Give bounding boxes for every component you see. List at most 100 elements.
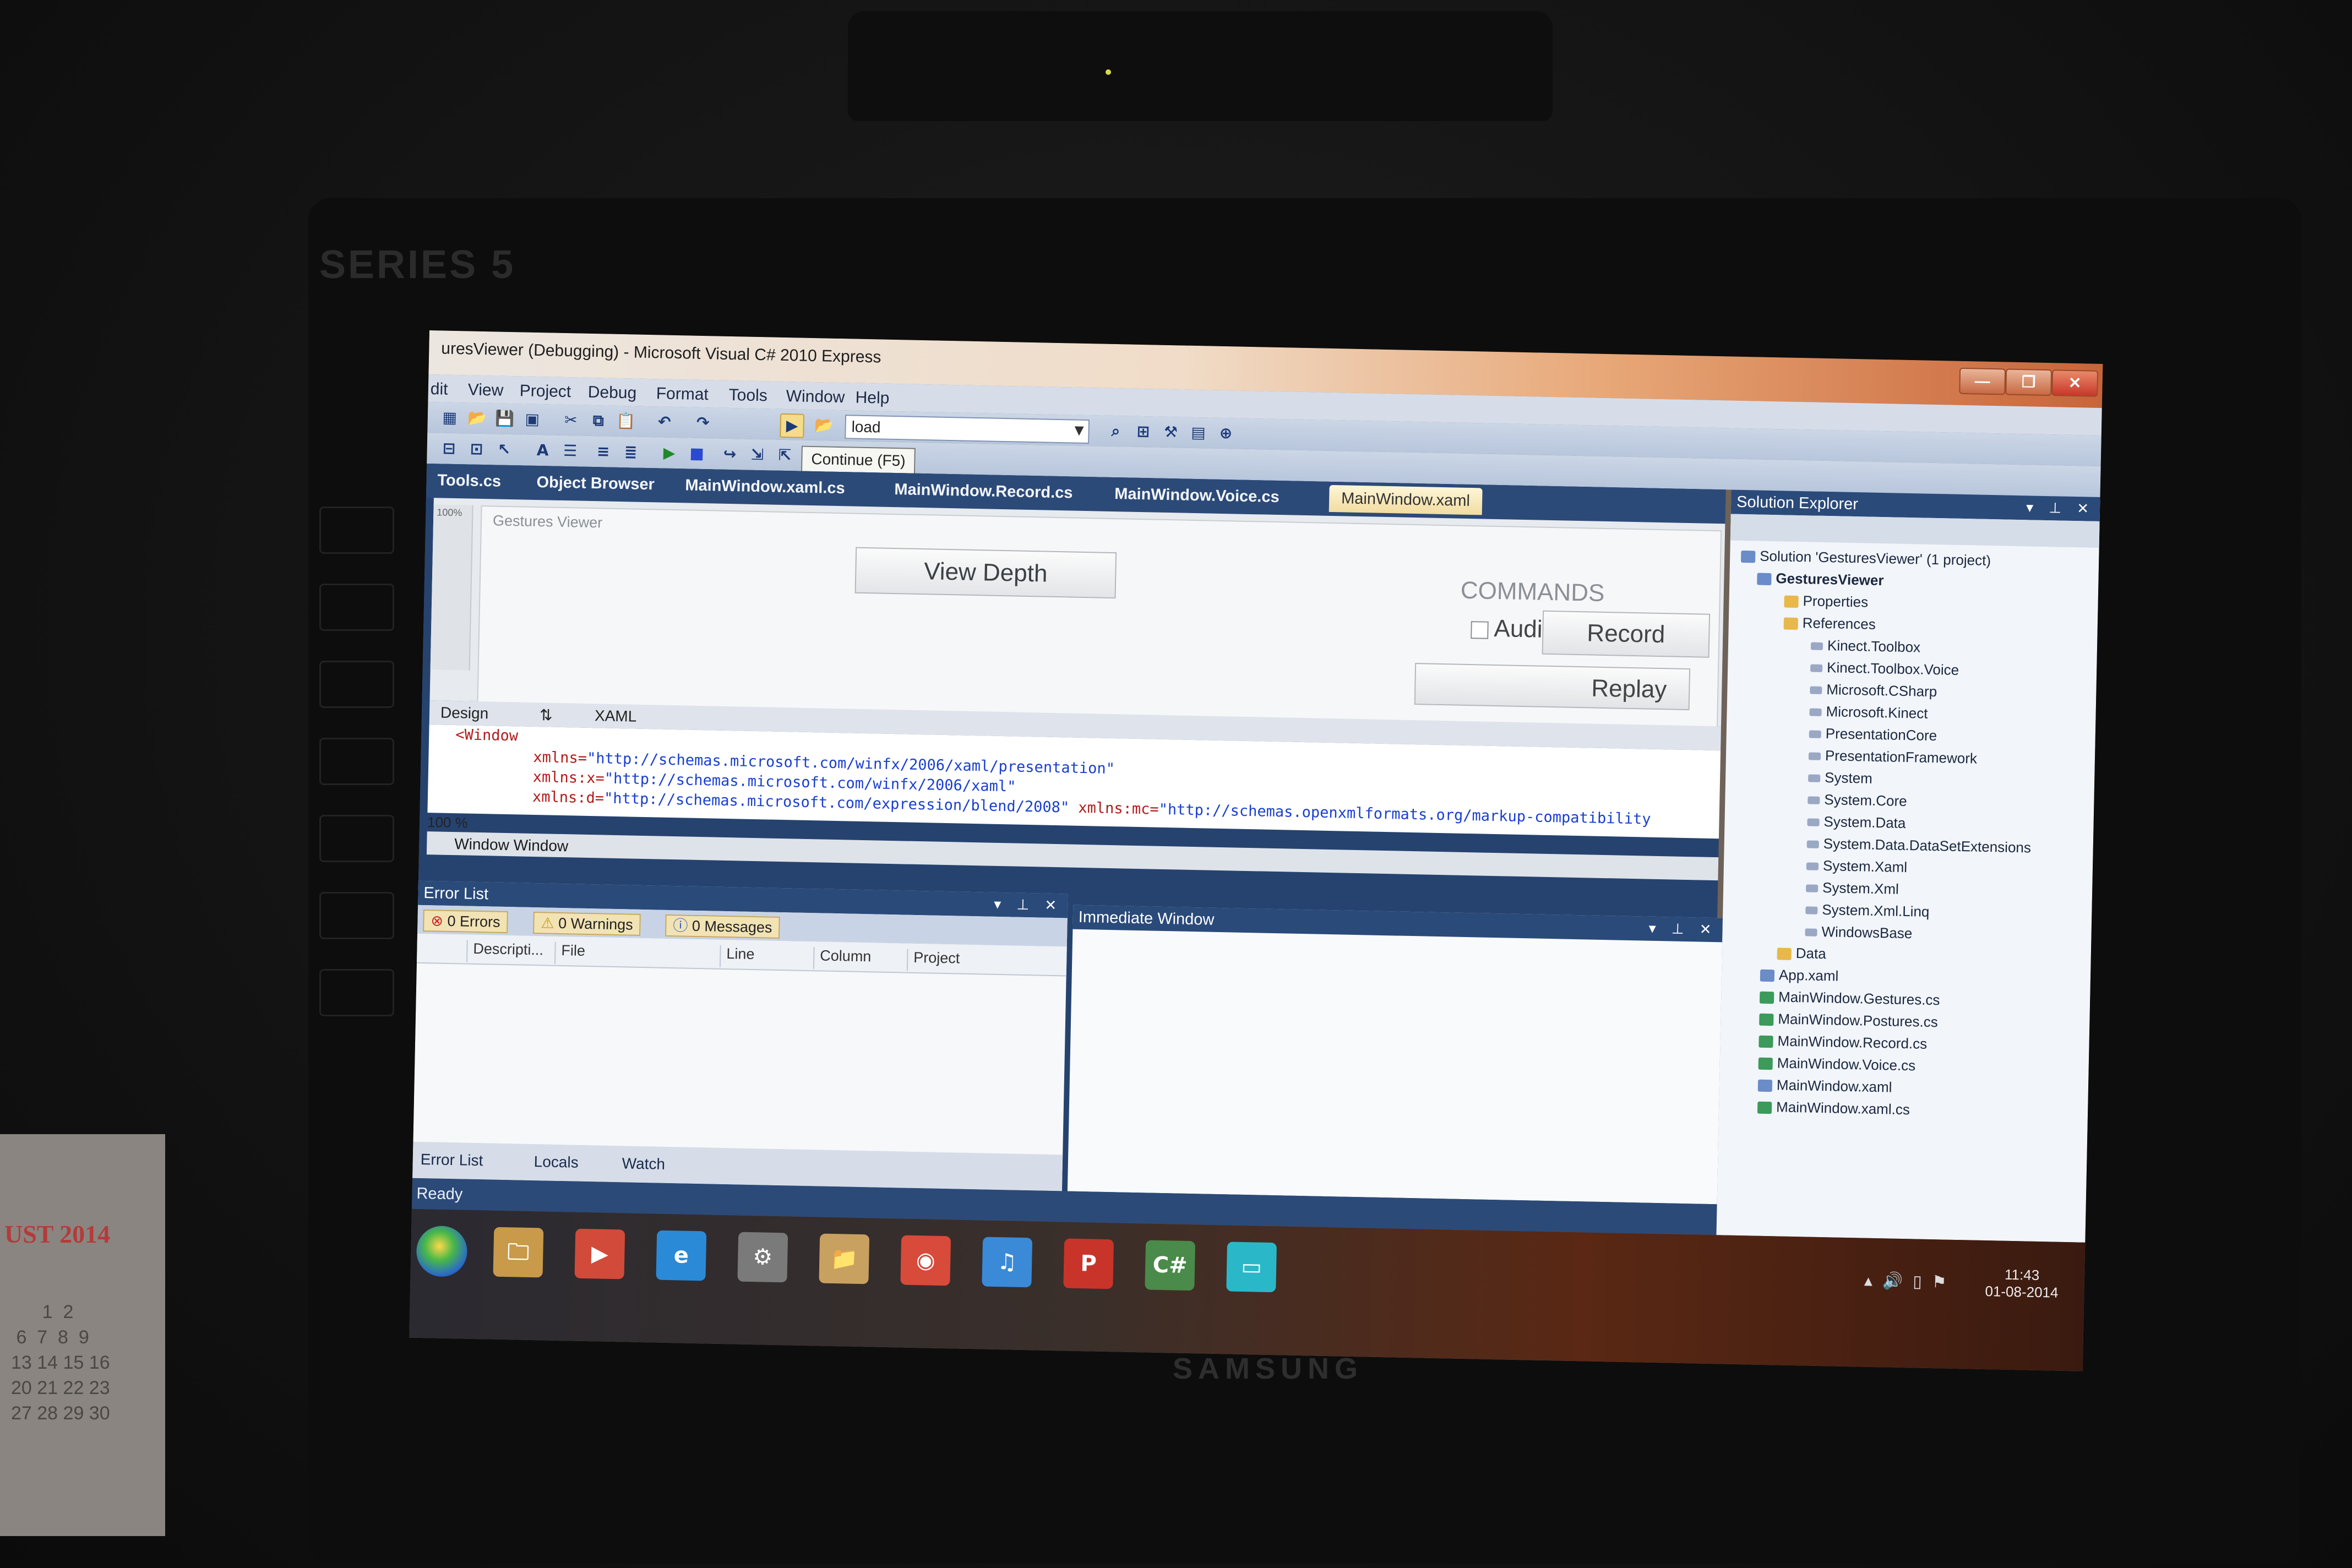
- open-icon[interactable]: 📂: [466, 407, 488, 429]
- new-project-icon[interactable]: ▦: [438, 406, 461, 429]
- solution-tree-item[interactable]: MainWindow.xaml.cs: [1757, 1098, 1910, 1119]
- stop-debug-icon[interactable]: ■: [685, 442, 708, 465]
- tab-watch[interactable]: Watch: [622, 1155, 665, 1173]
- object-browser-icon[interactable]: ⊞: [1132, 421, 1155, 443]
- panel-controls[interactable]: ▾ ⊥ ✕: [988, 892, 1063, 918]
- solution-tree-item[interactable]: PresentationFramework: [1808, 747, 1977, 767]
- start-debug-icon[interactable]: ▶: [658, 442, 680, 464]
- chrome-icon[interactable]: ◉: [900, 1235, 951, 1286]
- solution-tree-item[interactable]: MainWindow.Voice.cs: [1758, 1054, 1915, 1075]
- layout-icon[interactable]: ⊡: [465, 438, 488, 460]
- record-button[interactable]: Record: [1542, 610, 1711, 658]
- powerpoint-icon[interactable]: P: [1063, 1238, 1114, 1289]
- minimize-button[interactable]: —: [1959, 367, 2006, 395]
- menu-tools[interactable]: Tools: [728, 386, 767, 405]
- column-project[interactable]: Project: [906, 949, 960, 972]
- uncomment-icon[interactable]: ≣: [619, 441, 642, 464]
- editor-zoom[interactable]: 100 %: [427, 814, 468, 831]
- solution-tree-item[interactable]: System.Xml.Linq: [1805, 901, 1930, 921]
- font-size-icon[interactable]: A: [531, 439, 554, 462]
- column-column[interactable]: Column: [813, 947, 872, 971]
- pointer-icon[interactable]: ↖: [493, 438, 515, 461]
- solution-tree-item[interactable]: MainWindow.xaml: [1757, 1076, 1892, 1096]
- folder-icon[interactable]: 📁: [819, 1233, 870, 1284]
- immediate-window[interactable]: Immediate Window ▾ ⊥ ✕: [1067, 905, 1723, 1205]
- solution-tree-item[interactable]: App.xaml: [1760, 966, 1839, 985]
- indent-icon[interactable]: ☰: [559, 440, 581, 462]
- view-depth-button[interactable]: View Depth: [854, 547, 1117, 599]
- menu-view[interactable]: View: [467, 380, 504, 400]
- save-all-icon[interactable]: ▣: [521, 408, 543, 431]
- copy-icon[interactable]: ⧉: [587, 410, 609, 432]
- tab-error-list[interactable]: Error List: [420, 1151, 483, 1169]
- solution-tree-item[interactable]: System.Xml: [1806, 879, 1899, 897]
- continue-icon[interactable]: ▶: [780, 413, 805, 438]
- messages-filter-button[interactable]: ⓘ 0 Messages: [665, 914, 780, 939]
- solution-tree-item[interactable]: System.Data: [1807, 813, 1906, 832]
- system-tray[interactable]: ▴🔊▯⚑: [1864, 1271, 1957, 1292]
- media-player-icon[interactable]: ▶: [574, 1228, 625, 1280]
- panel-controls[interactable]: ▾ ⊥ ✕: [1643, 916, 1717, 942]
- tab-mainwindow-xaml-cs[interactable]: MainWindow.xaml.cs: [685, 476, 845, 498]
- internet-explorer-icon[interactable]: e: [656, 1230, 707, 1281]
- solution-tree-item[interactable]: Microsoft.CSharp: [1810, 680, 1937, 700]
- menu-project[interactable]: Project: [519, 382, 571, 401]
- panel-controls[interactable]: ▾ ⊥ ✕: [2021, 496, 2095, 521]
- tab-tools-cs[interactable]: Tools.cs: [437, 471, 501, 491]
- find-icon[interactable]: ⌕: [1104, 420, 1127, 443]
- solution-tree-item[interactable]: Properties: [1784, 592, 1868, 611]
- tab-object-browser[interactable]: Object Browser: [536, 473, 655, 494]
- toolbox-icon[interactable]: ⚒: [1159, 421, 1182, 444]
- step-over-icon[interactable]: ↪: [718, 443, 741, 466]
- restore-button[interactable]: ❐: [2005, 368, 2052, 396]
- solution-tree-item[interactable]: GesturesViewer: [1757, 569, 1884, 589]
- errors-filter-button[interactable]: ⊗ 0 Errors: [423, 909, 509, 934]
- warnings-filter-button[interactable]: ⚠ 0 Warnings: [533, 912, 641, 936]
- itunes-icon[interactable]: ♫: [982, 1237, 1033, 1288]
- solution-tree-item[interactable]: System.Core: [1807, 791, 1907, 810]
- column-file[interactable]: File: [554, 941, 586, 965]
- step-out-icon[interactable]: ⇱: [774, 444, 796, 467]
- close-button[interactable]: ✕: [2051, 369, 2099, 397]
- redo-icon[interactable]: ↷: [692, 412, 714, 434]
- tab-mainwindow-xaml[interactable]: MainWindow.xaml: [1329, 484, 1483, 515]
- open-folder-icon[interactable]: 📂: [813, 414, 835, 437]
- solution-tree-item[interactable]: Kinect.Toolbox.Voice: [1810, 658, 1959, 678]
- replay-button[interactable]: Replay: [1414, 663, 1691, 711]
- properties-icon[interactable]: ▤: [1187, 422, 1210, 444]
- tab-locals[interactable]: Locals: [533, 1153, 579, 1172]
- menu-edit[interactable]: dit: [431, 380, 448, 399]
- menu-debug[interactable]: Debug: [587, 383, 636, 403]
- solution-tree-item[interactable]: MainWindow.Postures.cs: [1759, 1010, 1938, 1031]
- solution-tree-item[interactable]: System.Data.DataSetExtensions: [1806, 835, 2031, 856]
- extension-icon[interactable]: ⊕: [1215, 422, 1237, 445]
- tab-mainwindow-record-cs[interactable]: MainWindow.Record.cs: [894, 481, 1073, 502]
- solution-tree-item[interactable]: References: [1783, 614, 1876, 633]
- menu-format[interactable]: Format: [656, 384, 709, 404]
- solution-tree-item[interactable]: PresentationCore: [1809, 725, 1937, 744]
- solution-tree-item[interactable]: MainWindow.Gestures.cs: [1759, 988, 1940, 1009]
- swap-panes-icon[interactable]: ⇅: [540, 706, 553, 724]
- solution-tree-item[interactable]: Kinect.Toolbox: [1810, 636, 1920, 656]
- audio-checkbox[interactable]: [1471, 621, 1489, 639]
- design-surface[interactable]: Gestures Viewer View Depth COMMANDS Audi…: [477, 505, 1722, 729]
- element-path[interactable]: Window Window: [454, 835, 569, 855]
- start-button[interactable]: [416, 1225, 468, 1277]
- column-line[interactable]: Line: [719, 945, 755, 968]
- menu-window[interactable]: Window: [786, 387, 845, 407]
- paste-icon[interactable]: 📋: [614, 410, 637, 433]
- solution-tree-item[interactable]: Data: [1777, 944, 1826, 962]
- solution-tree-item[interactable]: System: [1808, 769, 1872, 787]
- comment-icon[interactable]: ≡: [592, 440, 614, 463]
- solution-tree-item[interactable]: Microsoft.Kinect: [1809, 703, 1928, 722]
- undo-icon[interactable]: ↶: [653, 411, 676, 433]
- column-description[interactable]: Descripti...: [466, 940, 544, 964]
- remote-desktop-icon[interactable]: ▭: [1226, 1242, 1277, 1293]
- tab-mainwindow-voice-cs[interactable]: MainWindow.Voice.cs: [1114, 485, 1280, 507]
- solution-config-dropdown[interactable]: load ▼: [845, 415, 1090, 444]
- solution-tree-item[interactable]: Solution 'GesturesViewer' (1 project): [1741, 547, 1991, 569]
- tab-design[interactable]: Design: [440, 704, 489, 723]
- solution-tree-item[interactable]: WindowsBase: [1805, 923, 1913, 942]
- tray-clock[interactable]: 11:43 01-08-2014: [1985, 1266, 2059, 1302]
- save-icon[interactable]: 💾: [493, 407, 516, 430]
